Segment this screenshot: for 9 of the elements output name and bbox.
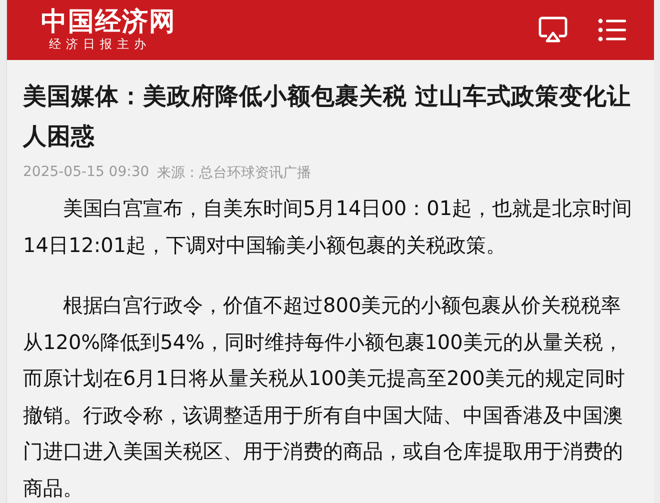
logo-tagline: 经济日报主办	[49, 36, 151, 52]
article-source: 来源：总台环球资讯广播	[157, 164, 312, 182]
article-paragraph: 美国白宫宣布，自美东时间5月14日00：01起，也就是北京时间14日12:01起，下调对中国输美小额包裹的关税政策。	[23, 195, 634, 258]
article-paragraph: 根据白宫行政令，价值不超过800美元的小额包裹从价关税税率从120%降低到54%，同时维持每件小额包裹100美元的从量关税，而原计划在6月1日将从量关税从100美元提高至200美元的规定同时撤销。行政令称，该调整适用于所有自中国大陆、中国香港及中国澳门进口进入美国关税区、用于消费的商品，或自仓库提取用于消费的商品。	[23, 292, 626, 502]
menu-icon[interactable]	[598, 18, 626, 42]
cast-icon[interactable]	[538, 16, 568, 44]
article-title: 美国媒体：美政府降低小额包裹关税 过山车式政策变化让人困惑	[23, 81, 632, 152]
publish-date: 2025-05-15 09:30	[23, 164, 150, 182]
site-logo[interactable]: 中国经济网	[41, 8, 176, 36]
